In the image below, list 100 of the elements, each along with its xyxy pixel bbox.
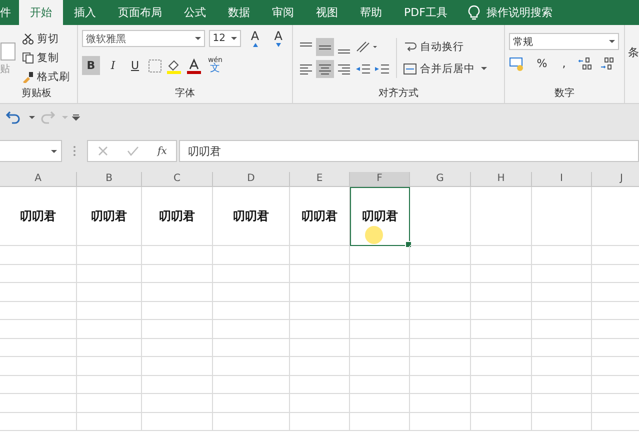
table-cell[interactable] [0,338,77,357]
table-cell[interactable] [350,320,410,338]
copy-button[interactable]: 复制 [20,48,72,66]
table-cell[interactable] [142,376,213,394]
table-cell[interactable] [0,412,77,431]
shrink-font-button[interactable]: A [268,29,288,48]
table-cell[interactable] [532,394,592,412]
table-cell[interactable] [0,376,77,394]
table-cell[interactable] [410,302,471,320]
column-header[interactable]: F [350,172,410,186]
borders-icon[interactable] [148,58,162,72]
table-cell[interactable] [471,187,532,246]
cancel-icon[interactable] [97,145,110,157]
table-cell[interactable] [410,264,471,283]
comma-button[interactable]: , [555,54,573,73]
table-cell[interactable] [213,246,290,264]
ribbon-tab[interactable]: 数据 [217,0,261,25]
merge-center-button[interactable]: 合并后居中 [401,60,489,78]
table-cell[interactable] [532,320,592,338]
table-cell[interactable] [290,246,350,264]
font-name-dropdown[interactable]: 微软雅黑 [82,30,205,47]
table-cell[interactable] [410,283,471,302]
ribbon-tab[interactable]: 开始 [19,0,63,25]
table-cell[interactable] [471,338,532,357]
table-cell[interactable] [213,283,290,302]
font-color-icon[interactable] [186,58,202,74]
table-cell[interactable] [77,320,142,338]
table-cell[interactable] [0,302,77,320]
table-cell[interactable] [0,320,77,338]
table-cell[interactable] [410,357,471,376]
table-cell[interactable]: 叨叨君 [0,187,77,246]
table-cell[interactable]: 叨叨君 [213,187,290,246]
table-cell[interactable] [350,357,410,376]
table-cell[interactable] [142,320,213,338]
ribbon-tab[interactable]: 件 [0,0,19,25]
percent-button[interactable]: % [533,54,551,73]
tell-me-search[interactable]: 操作说明搜索 [486,5,552,20]
table-cell[interactable] [410,320,471,338]
table-cell[interactable] [471,357,532,376]
table-cell[interactable] [213,357,290,376]
fill-handle[interactable] [405,241,412,248]
table-cell[interactable] [213,412,290,431]
italic-button[interactable]: I [104,56,122,75]
table-cell[interactable] [77,283,142,302]
table-cell[interactable] [532,264,592,283]
table-cell[interactable] [290,376,350,394]
table-cell[interactable] [532,283,592,302]
formula-input[interactable]: 叨叨君 [179,140,639,162]
table-cell[interactable] [213,338,290,357]
table-cell[interactable] [350,412,410,431]
ribbon-tab[interactable]: 审阅 [261,0,305,25]
table-cell[interactable] [410,412,471,431]
table-cell[interactable] [471,264,532,283]
column-header[interactable]: H [471,172,532,186]
grow-font-button[interactable]: A [245,29,265,48]
fill-color-icon[interactable] [166,58,182,74]
column-header[interactable]: B [77,172,142,186]
table-cell[interactable] [213,394,290,412]
ribbon-tab[interactable]: 帮助 [349,0,393,25]
column-header[interactable]: I [532,172,592,186]
table-cell[interactable] [410,338,471,357]
table-cell[interactable] [213,320,290,338]
ribbon-tab[interactable]: 公式 [173,0,217,25]
table-cell[interactable] [410,187,471,246]
table-cell[interactable] [532,357,592,376]
conditional-format-button[interactable]: 条 [625,25,639,103]
ribbon-tab[interactable]: 页面布局 [107,0,173,25]
table-cell[interactable] [290,412,350,431]
drag-handle-icon[interactable] [73,145,76,157]
table-cell[interactable] [0,357,77,376]
table-cell[interactable] [410,246,471,264]
table-cell[interactable] [213,302,290,320]
undo-icon[interactable] [6,110,22,124]
table-cell[interactable] [142,394,213,412]
table-cell[interactable] [213,376,290,394]
table-cell[interactable] [471,376,532,394]
table-cell[interactable] [471,302,532,320]
ribbon-tab[interactable]: 插入 [63,0,107,25]
table-cell[interactable] [142,338,213,357]
table-cell[interactable] [532,187,592,246]
insert-function-button[interactable]: fx [158,146,167,156]
customize-toolbar-icon[interactable] [72,113,80,121]
table-cell[interactable] [290,394,350,412]
table-cell[interactable]: 叨叨君 [77,187,142,246]
table-cell[interactable] [471,283,532,302]
column-header[interactable]: J [592,172,639,186]
table-cell[interactable] [532,338,592,357]
table-cell[interactable] [532,302,592,320]
table-cell[interactable] [0,394,77,412]
table-cell[interactable] [350,394,410,412]
table-cell[interactable] [77,246,142,264]
table-cell[interactable] [142,264,213,283]
table-cell[interactable] [142,246,213,264]
table-cell[interactable] [410,394,471,412]
table-cell[interactable] [77,357,142,376]
table-cell[interactable] [142,302,213,320]
table-cell[interactable]: 叨叨君 [142,187,213,246]
table-cell[interactable] [532,246,592,264]
cut-button[interactable]: 剪切 [20,30,72,48]
table-cell[interactable]: 叨叨君 [350,187,410,246]
